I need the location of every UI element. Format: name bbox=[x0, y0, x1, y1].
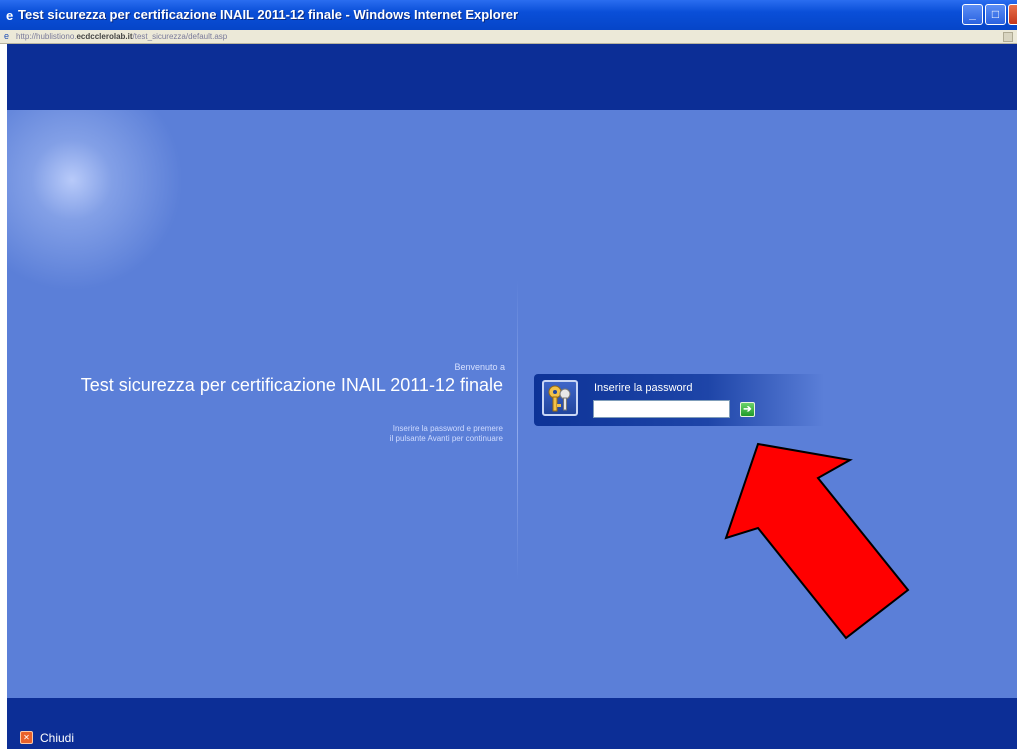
header-band bbox=[7, 44, 1017, 110]
address-bar[interactable]: e http://hublistiono.ecdcclerolab.it/tes… bbox=[0, 30, 1017, 44]
app-title: Test sicurezza per certificazione INAIL … bbox=[80, 375, 503, 395]
address-bar-resize-icon bbox=[1003, 32, 1013, 42]
password-label: Inserire la password bbox=[594, 382, 693, 394]
close-icon[interactable]: ✕ bbox=[20, 731, 33, 744]
login-panel: Inserire la password ➔ bbox=[534, 374, 824, 426]
footer-band: ✕ Chiudi bbox=[7, 698, 1017, 749]
password-input[interactable] bbox=[593, 400, 730, 418]
close-button-label[interactable]: Chiudi bbox=[40, 731, 74, 745]
submit-arrow-button[interactable]: ➔ bbox=[740, 402, 755, 417]
maximize-button[interactable]: □ bbox=[985, 4, 1006, 25]
arrow-right-icon: ➔ bbox=[743, 404, 752, 415]
browser-window: e Test sicurezza per certificazione INAI… bbox=[0, 0, 1017, 749]
vertical-divider bbox=[517, 280, 518, 580]
window-title: Test sicurezza per certificazione INAIL … bbox=[18, 7, 519, 22]
instructions-line-2: il pulsante Avanti per continuare bbox=[389, 434, 503, 443]
welcome-greeting: Benvenuto a bbox=[454, 362, 505, 372]
close-window-button[interactable] bbox=[1008, 4, 1017, 25]
instructions: Inserire la password e premere il pulsan… bbox=[7, 424, 503, 444]
page-content: Benvenuto a Test sicurezza per certifica… bbox=[7, 44, 1017, 749]
keys-icon-graphic bbox=[548, 385, 571, 412]
minimize-button[interactable]: _ bbox=[962, 4, 983, 25]
annotation-arrow-icon bbox=[724, 442, 910, 640]
page-icon: e bbox=[4, 31, 10, 41]
title-bar[interactable]: e Test sicurezza per certificazione INAI… bbox=[0, 0, 1017, 30]
ie-icon: e bbox=[6, 8, 14, 23]
keys-icon bbox=[542, 380, 578, 416]
instructions-line-1: Inserire la password e premere bbox=[392, 424, 503, 433]
address-url: http://hublistiono.ecdcclerolab.it/test_… bbox=[16, 32, 228, 41]
